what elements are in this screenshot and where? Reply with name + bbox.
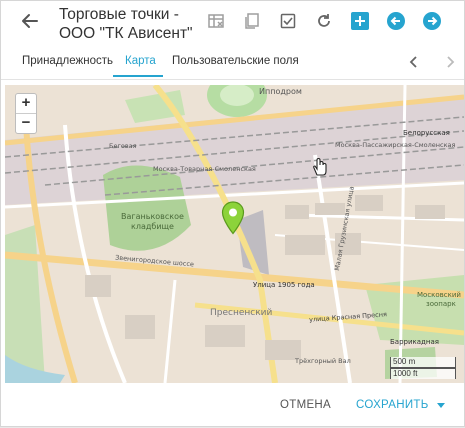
page-title: Торговые точки - ООО "ТК Ависент": [59, 5, 193, 43]
cancel-button[interactable]: ОТМЕНА: [280, 399, 331, 411]
copy-icon[interactable]: [242, 11, 262, 31]
map-label-presnensky: Пресненский: [210, 308, 273, 318]
map-label-vagankovo-2: кладбище: [131, 222, 174, 231]
hand-cursor-icon: [313, 157, 327, 176]
add-icon[interactable]: [350, 11, 370, 31]
checkbox-icon[interactable]: [278, 11, 298, 31]
map-label-street-1905: Улица 1905 года: [253, 281, 315, 289]
header: Торговые точки - ООО "ТК Ависент": [1, 1, 464, 45]
map-label-vagankovo-1: Ваганьковское: [121, 212, 184, 221]
dialog-panel: Торговые точки - ООО "ТК Ависент" Принад…: [0, 0, 465, 427]
zoom-control: + −: [15, 93, 37, 134]
map-label-zoo-1: Московский: [417, 291, 461, 299]
save-dropdown-caret-icon[interactable]: [437, 403, 445, 408]
next-icon[interactable]: [422, 11, 442, 31]
map-label-gruzinsky: Малая Грузинская улица: [333, 185, 356, 272]
map-label-ippodrom: Ипподром: [259, 87, 302, 96]
map-label-begovaya: Беговая: [109, 142, 137, 150]
zoom-out-button[interactable]: −: [16, 114, 36, 133]
back-arrow-icon[interactable]: [19, 10, 41, 32]
map-label-belorusskaya: Белорусская: [403, 129, 450, 137]
footer: ОТМЕНА СОХРАНИТЬ: [1, 385, 464, 428]
zoom-in-button[interactable]: +: [16, 94, 36, 114]
tab-affiliation[interactable]: Принадлежность: [22, 55, 113, 67]
prev-icon[interactable]: [386, 11, 406, 31]
active-tab-indicator: [113, 75, 163, 77]
scale-imperial: 1000 ft: [390, 368, 456, 379]
map-label-moscow-passenger: Москва-Пассажирская-Смоленская: [335, 141, 456, 149]
scale-metric: 500 m: [390, 357, 456, 368]
title-line-2: ООО "ТК Ависент": [59, 25, 193, 42]
chevron-right-icon[interactable]: [443, 54, 457, 70]
scale-bar: 500 m 1000 ft: [390, 357, 456, 379]
tab-bar: Принадлежность Карта Пользовательские по…: [1, 45, 464, 80]
map-label-zoo-2: зоопарк: [426, 300, 456, 308]
map-view[interactable]: Ипподром Белорусская Москва-Пассажирская…: [5, 85, 464, 383]
table-icon[interactable]: [206, 11, 226, 31]
refresh-icon[interactable]: [314, 11, 334, 31]
map-label-moscow-cargo: Москва-Товарная-Смоленская: [153, 165, 256, 173]
save-button[interactable]: СОХРАНИТЬ: [356, 399, 429, 411]
chevron-left-icon[interactable]: [407, 54, 421, 70]
title-line-1: Торговые точки -: [59, 6, 179, 23]
tab-map[interactable]: Карта: [125, 55, 156, 67]
map-label-barrikadnaya: Баррикадная: [390, 338, 439, 346]
map-label-trekhgorny: Трёхгорный Вал: [295, 357, 351, 365]
location-pin-icon[interactable]: [221, 201, 245, 235]
tab-custom-fields[interactable]: Пользовательские поля: [172, 55, 299, 67]
map-label-krasnaya-presnya: улица Красная Пресня: [308, 310, 388, 324]
map-label-zvenigorod: Звенигородское шоссе: [114, 253, 195, 269]
